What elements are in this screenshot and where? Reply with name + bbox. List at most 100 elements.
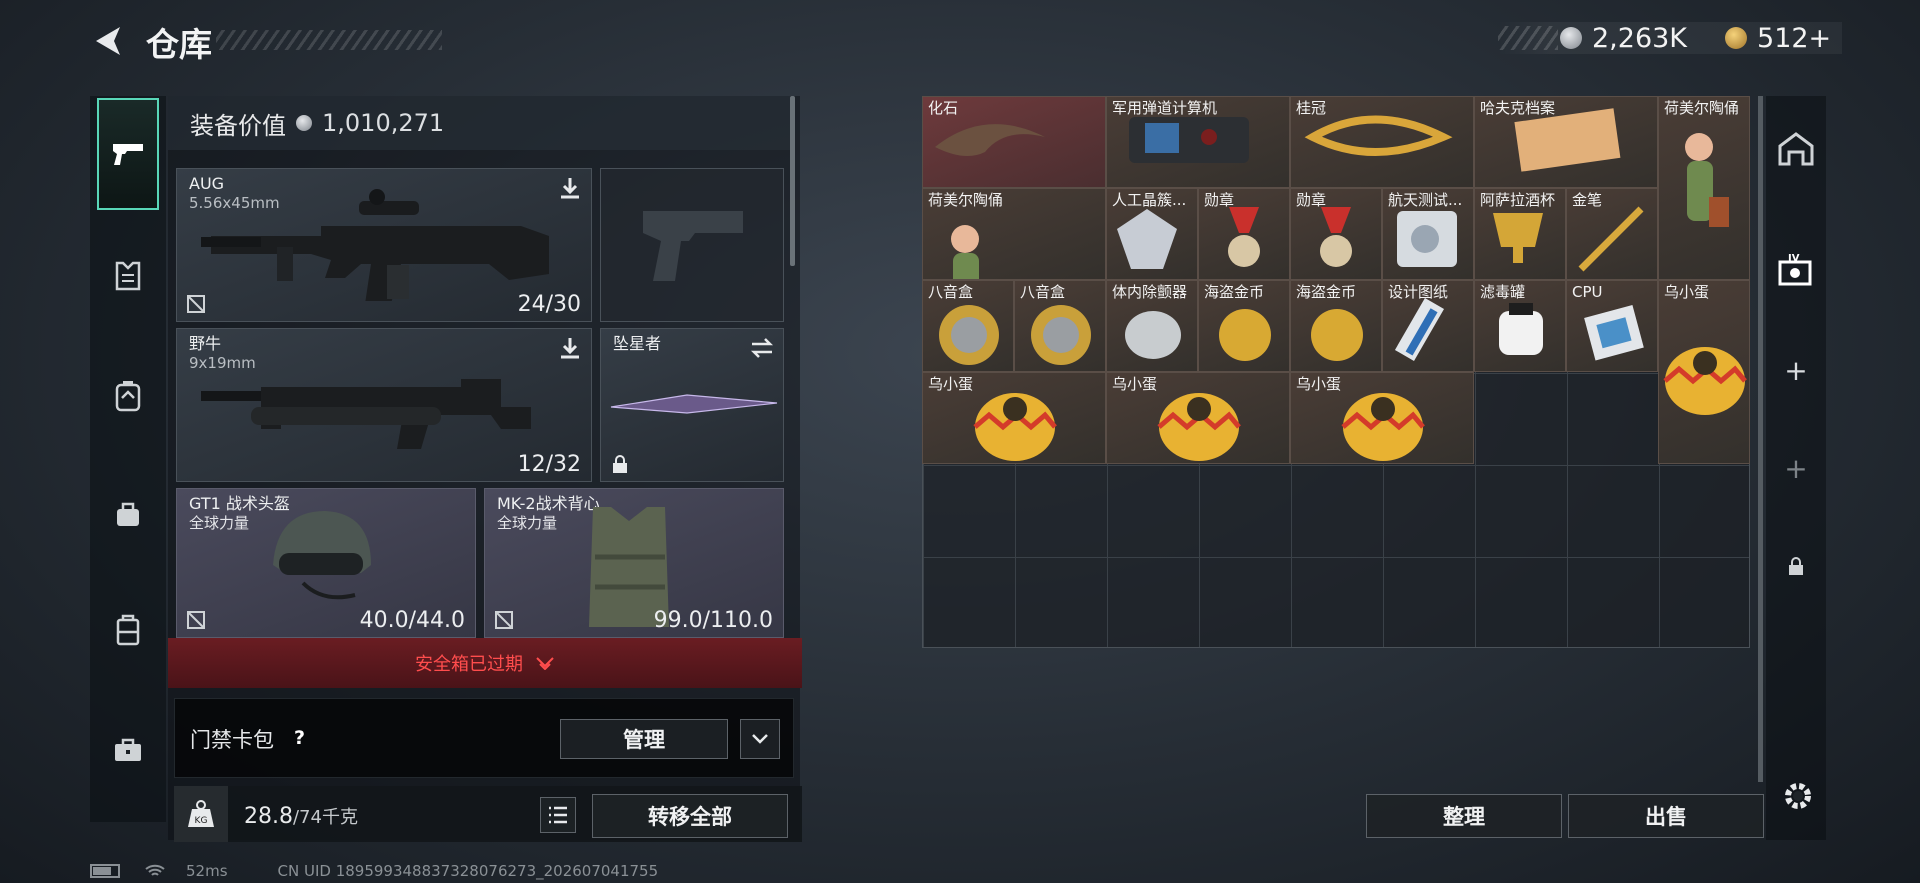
list-icon — [549, 806, 567, 824]
gear-icon[interactable] — [1780, 778, 1816, 814]
silver-coin-icon — [296, 115, 312, 131]
inventory-item[interactable]: 荷美尔陶俑 — [1658, 96, 1750, 280]
nav-storage-home[interactable] — [1766, 118, 1826, 178]
ping-text: 52ms — [186, 862, 228, 880]
equipment-value: 1,010,271 — [322, 109, 445, 137]
not-insured-icon — [495, 611, 513, 629]
svg-text:IV: IV — [1788, 253, 1800, 264]
armor-icon — [115, 261, 141, 291]
sell-button[interactable]: 出售 — [1568, 794, 1764, 838]
chevron-down-icon — [752, 734, 768, 744]
add-storage-page-button[interactable]: + — [1766, 340, 1826, 400]
nav-pouch[interactable] — [98, 484, 158, 544]
inventory-item[interactable]: 八音盒 — [1014, 280, 1106, 372]
vest-slot[interactable]: MK-2战术背心 全球力量 99.0/110.0 — [484, 488, 784, 638]
inventory-item[interactable]: 人工晶簇... — [1106, 188, 1198, 280]
crystal-image — [1117, 209, 1177, 269]
add-storage-page-button[interactable]: + — [1766, 438, 1826, 498]
nav-storage-page-4[interactable]: IV — [1766, 240, 1826, 300]
transfer-all-button[interactable]: 转移全部 — [592, 794, 788, 838]
inventory-item[interactable]: 乌小蛋 — [1106, 372, 1290, 464]
equipment-scrollbar[interactable] — [790, 96, 795, 266]
nav-case[interactable] — [98, 600, 158, 660]
aug-rifle-image — [201, 189, 549, 301]
hummel-figurine-image — [951, 225, 979, 279]
helmet-durability: 40.0/44.0 — [359, 608, 465, 633]
medal-image — [1320, 207, 1352, 267]
nav-weapons[interactable] — [97, 98, 159, 210]
inventory-item-label: 滤毒罐 — [1480, 283, 1526, 301]
laurel-wreath-image — [1304, 115, 1453, 156]
weight-current: 28.8 — [244, 804, 293, 829]
inventory-item[interactable]: 化石 — [922, 96, 1106, 188]
inventory-item[interactable]: 海盗金币 — [1290, 280, 1382, 372]
gold-coin-icon — [1725, 27, 1748, 49]
not-insured-icon — [187, 611, 205, 629]
inventory-item-label: 航天测试... — [1388, 191, 1463, 209]
inventory-item[interactable]: 体内除颤器 — [1106, 280, 1198, 372]
inventory-item[interactable]: 军用弹道计算机 — [1106, 96, 1290, 188]
wifi-icon — [145, 864, 165, 876]
inventory-item[interactable]: 金笔 — [1566, 188, 1658, 280]
helmet-slot[interactable]: GT1 战术头盔 全球力量 40.0/44.0 — [176, 488, 476, 638]
gold-amount[interactable]: 512+ — [1757, 23, 1831, 54]
loadout-nav — [90, 96, 166, 822]
sort-button[interactable]: 整理 — [1366, 794, 1562, 838]
manage-button[interactable]: 管理 — [560, 719, 728, 759]
nav-armor[interactable] — [98, 246, 158, 306]
inventory-item-label: 乌小蛋 — [1112, 375, 1158, 393]
inventory-item[interactable]: 桂冠 — [1290, 96, 1474, 188]
inventory-item[interactable]: 哈夫克档案 — [1474, 96, 1658, 188]
music-box-image — [1031, 305, 1091, 365]
inventory-item-label: 乌小蛋 — [1296, 375, 1342, 393]
inventory-item-label: 荷美尔陶俑 — [928, 191, 1004, 209]
safebox-expired-text: 安全箱已过期 — [415, 654, 523, 675]
lock-icon — [1789, 557, 1803, 575]
keycard-expand-button[interactable] — [740, 719, 780, 759]
equipment-value-label: 装备价值 — [190, 111, 286, 140]
weight-icon: KG — [174, 786, 228, 842]
inventory-item-label: 八音盒 — [1020, 283, 1066, 301]
inventory-item[interactable]: 滤毒罐 — [1474, 280, 1566, 372]
locked-storage-page[interactable] — [1766, 536, 1826, 596]
inventory-item-label: 人工晶簇... — [1112, 191, 1187, 209]
gold-pen-image — [1578, 206, 1644, 272]
inventory-item[interactable]: 乌小蛋 — [1290, 372, 1474, 464]
inventory-item-label: 设计图纸 — [1388, 283, 1449, 301]
inventory-item-label: 哈夫克档案 — [1480, 99, 1556, 117]
secondary-weapon-slot[interactable]: 野牛 9x19mm 12/32 — [176, 328, 592, 482]
help-icon[interactable]: ? — [294, 727, 305, 749]
inventory-item[interactable]: 航天测试... — [1382, 188, 1474, 280]
inventory-item[interactable]: 乌小蛋 — [1658, 280, 1750, 464]
inventory-item[interactable]: 荷美尔陶俑 — [922, 188, 1106, 280]
inventory-scrollbar[interactable] — [1758, 96, 1763, 782]
safebox-expired-banner[interactable]: 安全箱已过期 — [168, 638, 802, 688]
inventory-item[interactable]: 阿萨拉酒杯 — [1474, 188, 1566, 280]
inventory-item[interactable]: CPU — [1566, 280, 1658, 372]
inventory-item[interactable]: 海盗金币 — [1198, 280, 1290, 372]
egg-image — [1663, 347, 1747, 415]
silver-amount: 2,263K — [1592, 22, 1688, 54]
inventory-item-label: 勋章 — [1296, 191, 1327, 209]
melee-slot[interactable]: 坠星者 — [600, 328, 784, 482]
title-decoration — [216, 30, 442, 50]
pirate-coin-image — [1219, 309, 1271, 361]
case-icon — [116, 614, 140, 646]
inventory-item[interactable]: 勋章 — [1198, 188, 1290, 280]
back-arrow-icon[interactable] — [92, 24, 124, 58]
inventory-item[interactable]: 设计图纸 — [1382, 280, 1474, 372]
blueprint-image — [1394, 298, 1444, 361]
nav-toolbox[interactable] — [98, 720, 158, 780]
inventory-item[interactable]: 勋章 — [1290, 188, 1382, 280]
inventory-item-label: 军用弹道计算机 — [1112, 99, 1218, 117]
inventory-item[interactable]: 乌小蛋 — [922, 372, 1106, 464]
inventory-item-label: 海盗金币 — [1204, 283, 1265, 301]
nav-backpack[interactable] — [98, 366, 158, 426]
pistol-slot[interactable] — [600, 168, 784, 322]
list-view-button[interactable] — [540, 797, 576, 833]
battery-icon — [90, 864, 120, 878]
asala-cup-image — [1493, 213, 1543, 263]
swap-icon[interactable] — [749, 335, 775, 361]
primary-weapon-slot[interactable]: AUG 5.56x45mm 24/30 — [176, 168, 592, 322]
inventory-item[interactable]: 八音盒 — [922, 280, 1014, 372]
